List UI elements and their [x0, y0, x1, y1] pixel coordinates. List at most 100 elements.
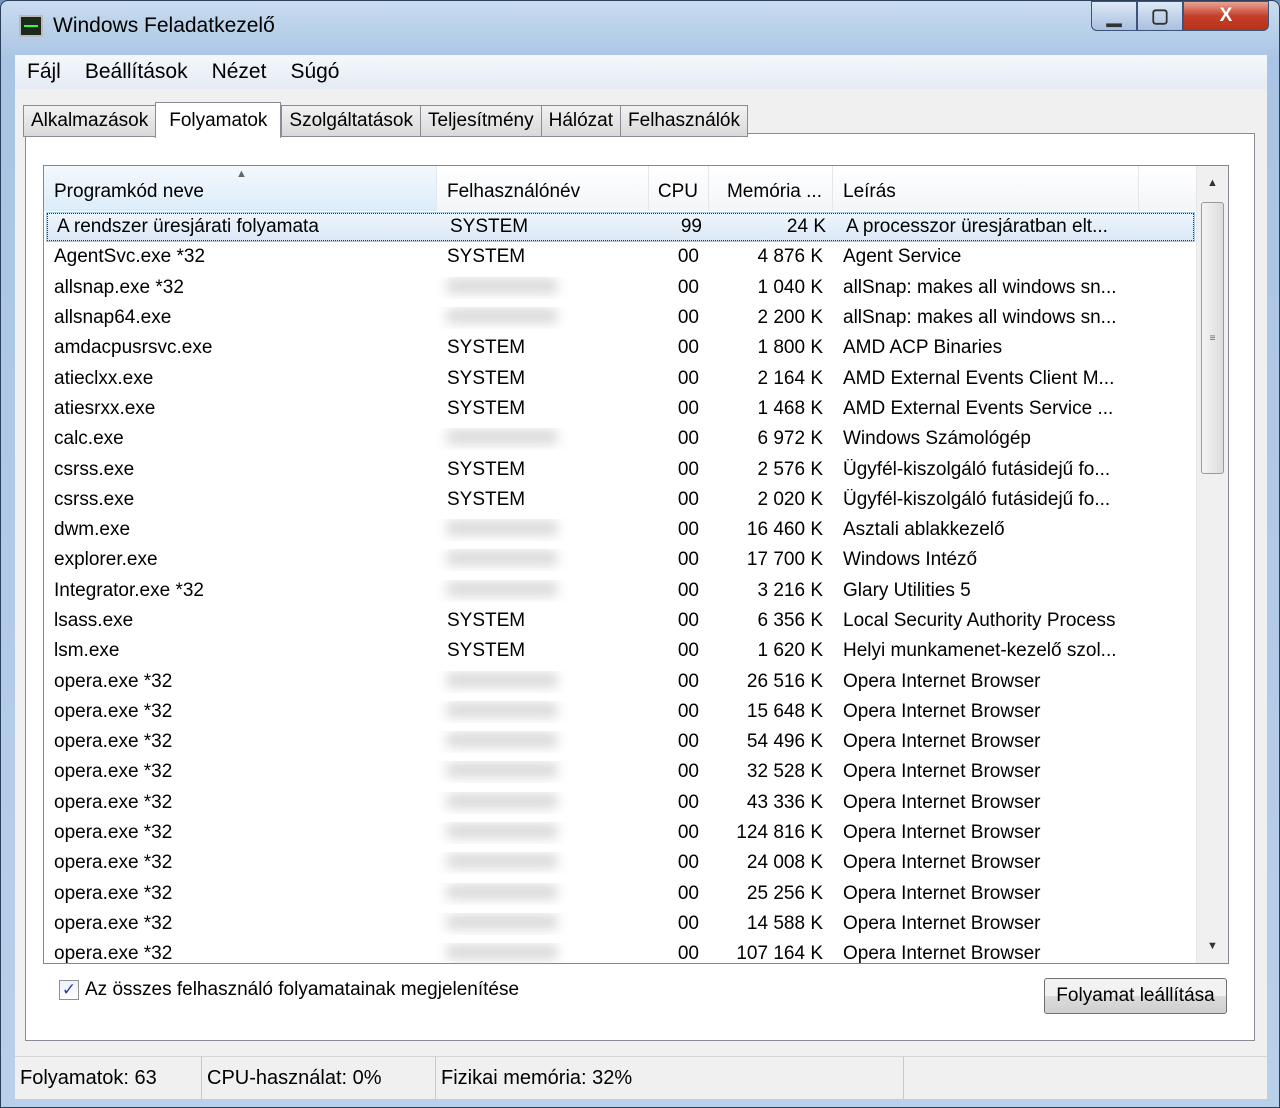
redacted-username — [447, 854, 557, 869]
show-all-users-label: Az összes felhasználó folyamatainak megj… — [85, 979, 520, 1000]
cell-description: AMD ACP Binaries — [843, 337, 1003, 359]
table-row[interactable]: opera.exe *32 00 15 648 K Opera Internet Br… — [44, 697, 1197, 727]
table-row[interactable]: A rendszer üresjárati folyamata SYSTEM 99 2… — [46, 212, 1195, 243]
cell-image-name: opera.exe *32 — [54, 943, 173, 964]
tab-performance[interactable]: Teljesítmény — [420, 105, 541, 137]
scroll-up-icon[interactable]: ▲ — [1197, 166, 1228, 200]
cell-description: Opera Internet Browser — [843, 943, 1041, 964]
cell-description: Opera Internet Browser — [843, 912, 1041, 934]
cell-image-name: calc.exe — [54, 428, 124, 450]
table-row[interactable]: opera.exe *32 00 124 816 K Opera Internet B… — [44, 818, 1197, 848]
cell-description: Opera Internet Browser — [843, 700, 1041, 722]
table-row[interactable]: atieclxx.exe SYSTEM 00 2 164 K AMD External … — [44, 363, 1197, 393]
status-memory: Fizikai memória: 32% — [436, 1057, 904, 1099]
tab-processes[interactable]: Folyamatok — [155, 102, 282, 138]
cell-cpu: 00 — [677, 397, 699, 419]
table-row[interactable]: Integrator.exe *32 00 3 216 K Glary Utiliti… — [44, 576, 1197, 606]
cell-image-name: csrss.exe — [54, 488, 135, 510]
cell-memory: 26 516 K — [746, 670, 823, 692]
cell-memory: 43 336 K — [746, 791, 823, 813]
cell-user-name: SYSTEM — [447, 337, 526, 359]
table-row[interactable]: amdacpusrsvc.exe SYSTEM 00 1 800 K AMD ACP B… — [44, 333, 1197, 363]
cell-description: Local Security Authority Process — [843, 610, 1116, 631]
cell-user-name — [437, 671, 649, 693]
scrollbar-thumb[interactable]: ≡ — [1201, 202, 1224, 474]
table-row[interactable]: opera.exe *32 00 54 496 K Opera Internet Br… — [44, 727, 1197, 757]
cell-description: Opera Internet Browser — [843, 731, 1041, 753]
cell-user-name — [437, 580, 649, 602]
cell-memory: 2 576 K — [757, 458, 824, 480]
table-row[interactable]: allsnap64.exe 00 2 200 K allSnap: makes all… — [44, 303, 1197, 333]
task-manager-icon — [19, 15, 43, 37]
table-row[interactable]: atiesrxx.exe SYSTEM 00 1 468 K AMD External … — [44, 394, 1197, 424]
column-header-cpu[interactable]: CPU — [649, 166, 709, 211]
cell-user-name: SYSTEM — [447, 367, 526, 389]
column-header-user-name[interactable]: Felhasználónév — [437, 166, 649, 211]
cell-image-name: amdacpusrsvc.exe — [54, 337, 213, 359]
column-header-description[interactable]: Leírás — [833, 166, 1139, 211]
table-row[interactable]: csrss.exe SYSTEM 00 2 576 K Ügyfél-kiszolgál… — [44, 454, 1197, 484]
cell-description: Glary Utilities 5 — [843, 579, 971, 601]
tab-users[interactable]: Felhasználók — [620, 105, 748, 137]
cell-image-name: opera.exe *32 — [54, 761, 173, 783]
table-row[interactable]: opera.exe *32 00 24 008 K Opera Internet Br… — [44, 848, 1197, 878]
cell-user-name — [437, 761, 649, 783]
table-row[interactable]: allsnap.exe *32 00 1 040 K allSnap: makes a… — [44, 273, 1197, 303]
cell-image-name: AgentSvc.exe *32 — [54, 246, 206, 268]
table-row[interactable]: opera.exe *32 00 14 588 K Opera Internet Br… — [44, 909, 1197, 939]
table-row[interactable]: opera.exe *32 00 26 516 K Opera Internet Br… — [44, 666, 1197, 696]
menu-file[interactable]: Fájl — [27, 60, 61, 84]
cell-cpu: 00 — [677, 943, 699, 964]
table-row[interactable]: opera.exe *32 00 32 528 K Opera Internet Br… — [44, 757, 1197, 787]
cell-cpu: 00 — [677, 761, 699, 783]
tab-network[interactable]: Hálózat — [540, 105, 621, 137]
tab-services[interactable]: Szolgáltatások — [281, 105, 420, 137]
vertical-scrollbar[interactable]: ▲ ≡ ▼ — [1196, 166, 1228, 963]
menu-settings[interactable]: Beállítások — [85, 60, 188, 84]
menu-view[interactable]: Nézet — [212, 60, 267, 84]
process-list[interactable]: Programkód neve Felhasználónév CPU Memór… — [43, 165, 1229, 964]
cell-user-name — [437, 701, 649, 723]
table-row[interactable]: calc.exe 00 6 972 K Windows Számológép — [44, 424, 1197, 454]
maximize-button[interactable]: ▢ — [1137, 1, 1183, 31]
cell-image-name: opera.exe *32 — [54, 791, 173, 813]
cell-cpu: 00 — [677, 488, 699, 510]
cell-description: Ügyfél-kiszolgáló futásidejű fo... — [843, 458, 1111, 480]
column-header-memory[interactable]: Memória ... — [709, 166, 833, 211]
table-row[interactable]: opera.exe *32 00 43 336 K Opera Internet Br… — [44, 788, 1197, 818]
redacted-username — [447, 914, 557, 929]
cell-cpu: 00 — [677, 731, 699, 753]
minimize-button[interactable]: ▁ — [1091, 1, 1137, 31]
status-empty — [904, 1057, 1267, 1099]
cell-cpu: 00 — [677, 822, 699, 844]
cell-image-name: opera.exe *32 — [54, 852, 173, 874]
cell-memory: 24 K — [786, 216, 826, 238]
redacted-username — [447, 309, 557, 324]
cell-memory: 4 876 K — [757, 246, 824, 268]
table-row[interactable]: dwm.exe 00 16 460 K Asztali ablakkezelő — [44, 515, 1197, 545]
table-row[interactable]: lsm.exe SYSTEM 00 1 620 K Helyi munkamenet-k… — [44, 636, 1197, 666]
cell-user-name — [437, 549, 649, 571]
table-row[interactable]: opera.exe *32 00 107 164 K Opera Internet B… — [44, 939, 1197, 964]
redacted-username — [447, 278, 557, 293]
menu-help[interactable]: Súgó — [290, 60, 339, 84]
window-title: Windows Feladatkezelő — [53, 14, 275, 37]
cell-user-name: SYSTEM — [447, 610, 526, 631]
cell-description: Opera Internet Browser — [843, 852, 1041, 874]
tab-applications[interactable]: Alkalmazások — [23, 105, 156, 137]
scroll-down-icon[interactable]: ▼ — [1197, 929, 1228, 963]
table-row[interactable]: lsass.exe SYSTEM 00 6 356 K Local Security A… — [44, 606, 1197, 636]
show-all-users-checkbox[interactable]: ✓ — [59, 980, 79, 1000]
show-all-users-checkbox-row[interactable]: ✓ Az összes felhasználó folyamatainak me… — [59, 979, 519, 1001]
cell-image-name: csrss.exe — [54, 458, 135, 480]
cell-image-name: opera.exe *32 — [54, 822, 173, 844]
table-row[interactable]: AgentSvc.exe *32 SYSTEM 00 4 876 K Agent Ser… — [44, 242, 1197, 272]
end-process-button[interactable]: Folyamat leállítása — [1044, 978, 1227, 1014]
cell-memory: 1 620 K — [757, 640, 824, 662]
table-row[interactable]: csrss.exe SYSTEM 00 2 020 K Ügyfél-kiszolgál… — [44, 485, 1197, 515]
table-row[interactable]: opera.exe *32 00 25 256 K Opera Internet Br… — [44, 879, 1197, 909]
cell-image-name: allsnap.exe *32 — [54, 276, 184, 298]
close-button[interactable]: X — [1183, 1, 1269, 31]
table-row[interactable]: explorer.exe 00 17 700 K Windows Intéző — [44, 545, 1197, 575]
cell-memory: 24 008 K — [746, 852, 823, 874]
